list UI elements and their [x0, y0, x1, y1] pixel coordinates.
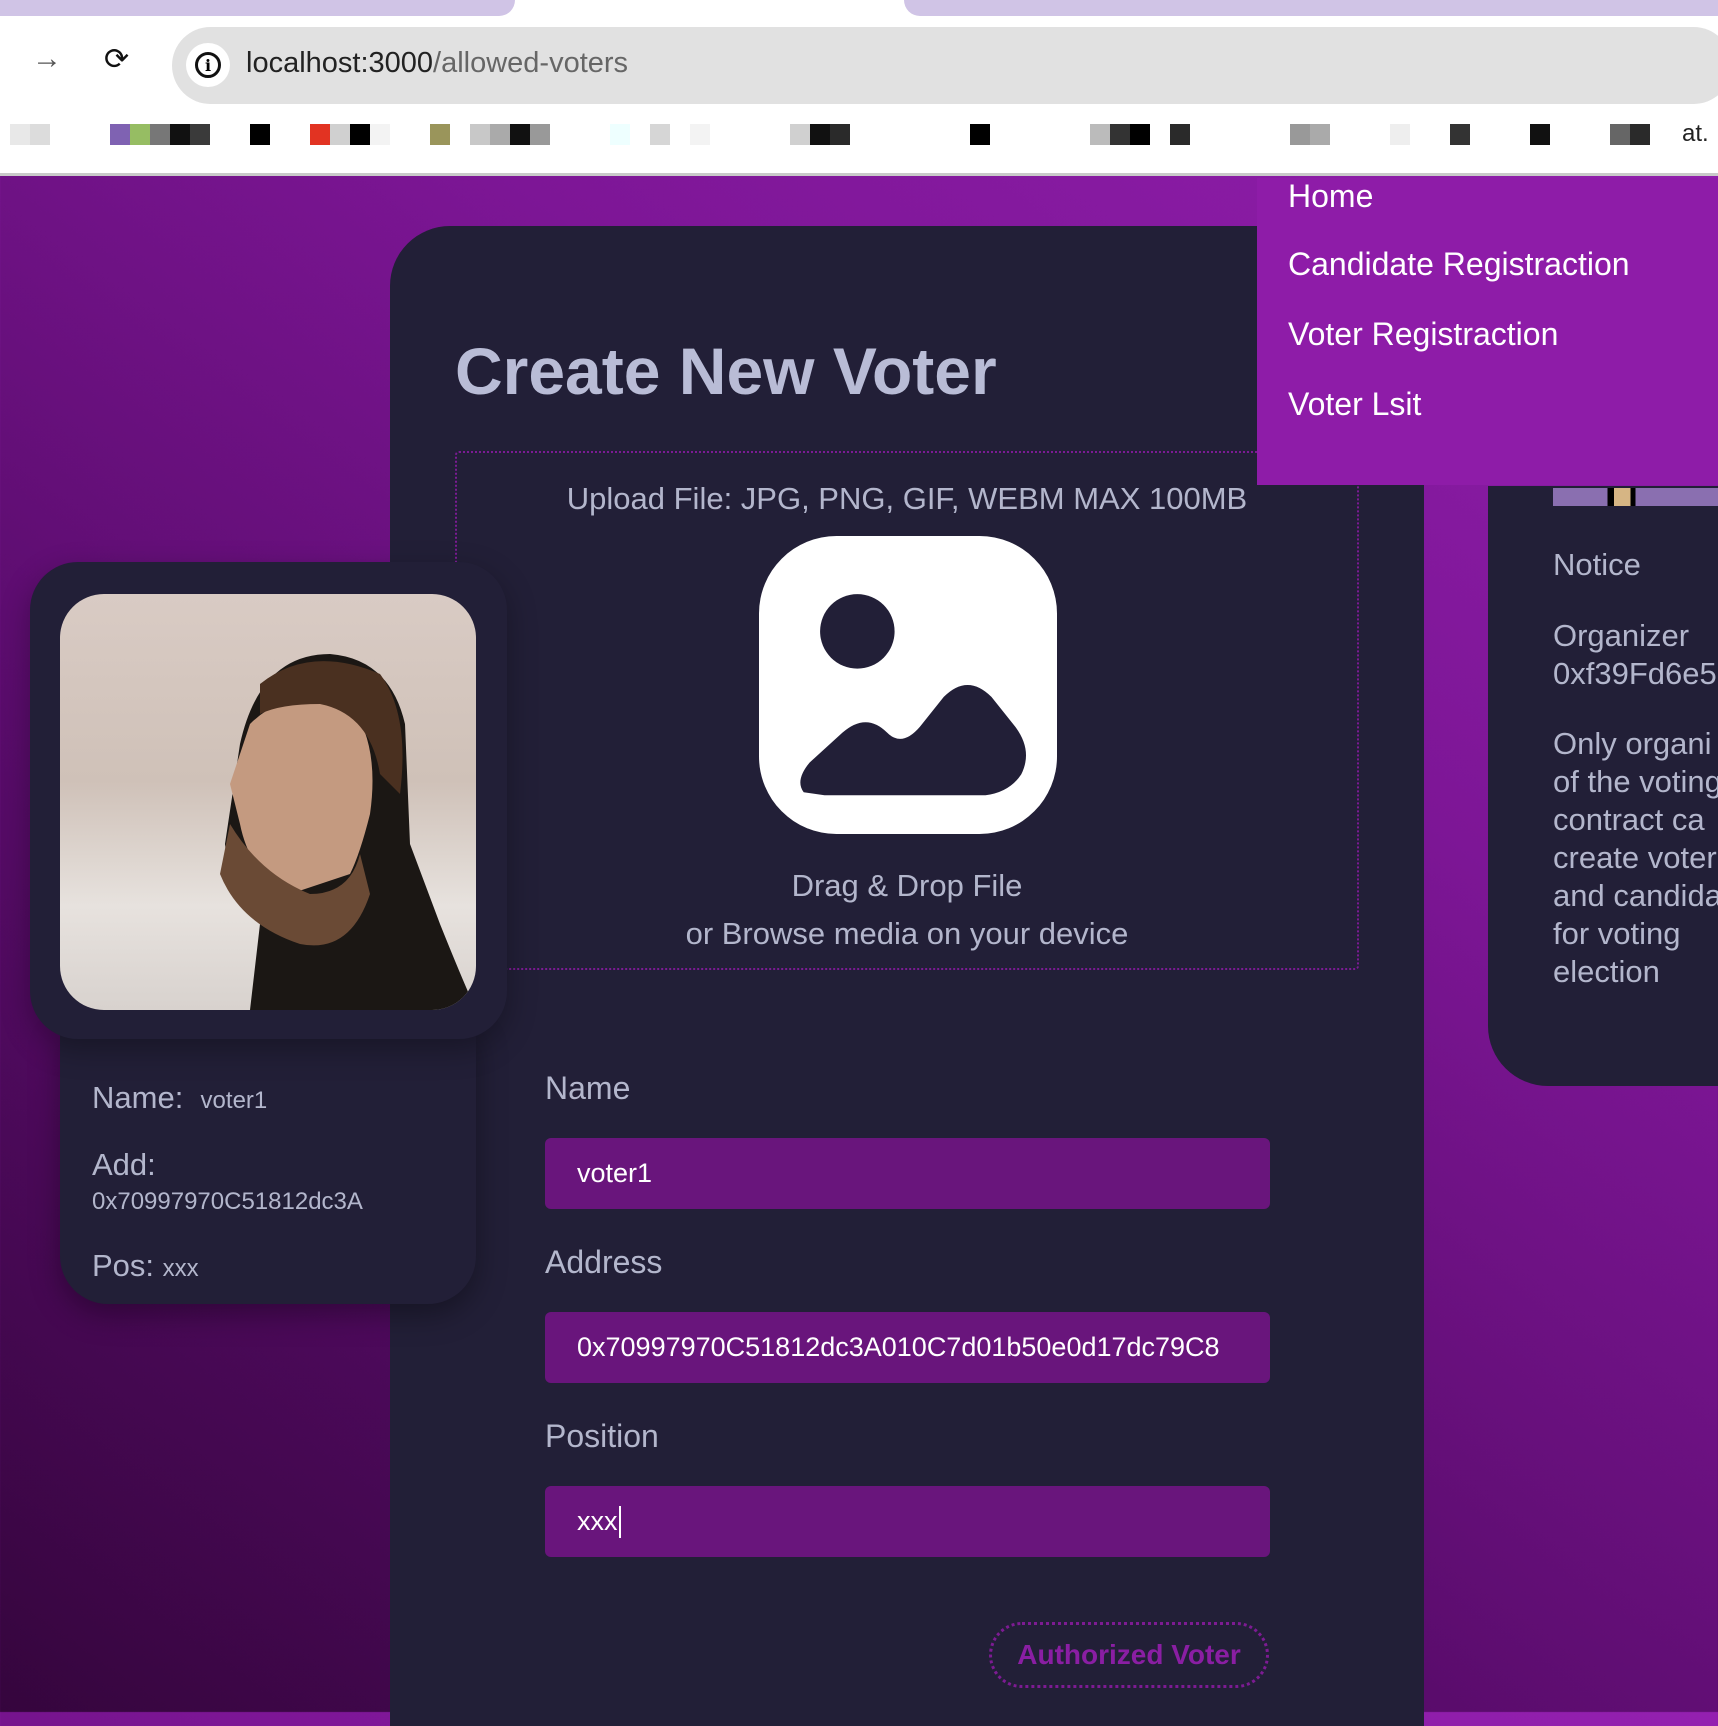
preview-position: Pos: xxx	[92, 1248, 199, 1284]
bookmark-item[interactable]	[1310, 124, 1330, 145]
preview-name: Name: voter1	[92, 1080, 267, 1116]
bookmark-item[interactable]	[530, 124, 550, 145]
bookmark-item[interactable]	[30, 124, 50, 145]
reload-icon[interactable]: ⟳	[104, 42, 129, 77]
bookmark-item[interactable]	[1130, 124, 1150, 145]
bookmarks-bar[interactable]	[0, 124, 1718, 145]
notice-line: for voting	[1553, 916, 1681, 951]
notice-image-strip	[1553, 488, 1718, 506]
bookmark-item[interactable]	[970, 124, 990, 145]
tab-strip	[904, 0, 1718, 16]
preview-address-value: 0x70997970C51812dc3A	[92, 1188, 363, 1215]
menu-item-voter-registration[interactable]: Voter Registraction	[1288, 316, 1558, 353]
bookmark-item[interactable]	[250, 124, 270, 145]
preview-name-value: voter1	[200, 1087, 268, 1114]
bookmark-item[interactable]	[330, 124, 350, 145]
upload-hint: Upload File: JPG, PNG, GIF, WEBM MAX 100…	[566, 481, 1248, 516]
url-host: localhost:3000	[246, 47, 434, 79]
bookmark-item[interactable]	[110, 124, 130, 145]
name-label: Name	[545, 1070, 631, 1106]
notice-line: and candida	[1553, 878, 1718, 913]
notice-line: Only organi	[1553, 726, 1712, 761]
bookmark-item[interactable]	[1170, 124, 1190, 145]
preview-name-key: Name:	[92, 1080, 184, 1115]
position-input[interactable]: xxx	[545, 1486, 1270, 1557]
tab-strip	[0, 0, 515, 16]
bookmark-item[interactable]	[650, 124, 670, 145]
text-caret	[618, 1505, 621, 1538]
organizer-label: Organizer	[1553, 618, 1690, 653]
bookmark-item[interactable]	[830, 124, 850, 145]
preview-position-value: xxx	[162, 1255, 199, 1282]
file-dropzone[interactable]: Upload File: JPG, PNG, GIF, WEBM MAX 100…	[455, 451, 1359, 970]
notice-line: create voter	[1553, 840, 1717, 875]
url-path: /allowed-voters	[433, 47, 629, 79]
bookmark-item[interactable]	[130, 124, 150, 145]
bookmark-item[interactable]	[310, 124, 330, 145]
url-text: localhost:3000/allowed-voters	[246, 47, 628, 80]
bookmark-item[interactable]	[430, 124, 450, 145]
bookmark-item[interactable]	[690, 124, 710, 145]
organizer-address: 0xf39Fd6e5	[1553, 656, 1717, 691]
name-input-value: voter1	[577, 1158, 653, 1188]
browse-media-link[interactable]: or Browse media on your device	[457, 916, 1357, 952]
site-info-icon[interactable]: i	[186, 43, 230, 87]
bookmark-item[interactable]	[1290, 124, 1310, 145]
preview-position-key: Pos:	[92, 1248, 155, 1283]
position-label: Position	[545, 1418, 659, 1454]
notice-line: contract ca	[1553, 802, 1705, 837]
menu-item-voter-list[interactable]: Voter Lsit	[1288, 386, 1421, 423]
bookmark-item[interactable]	[170, 124, 190, 145]
page-title: Create New Voter	[455, 334, 997, 408]
bookmark-item[interactable]	[490, 124, 510, 145]
bookmark-item[interactable]	[1450, 124, 1470, 145]
bookmark-item[interactable]	[190, 124, 210, 145]
bookmark-item[interactable]	[610, 124, 630, 145]
menu-item-home[interactable]: Home	[1288, 178, 1373, 215]
forward-arrow-icon[interactable]: →	[32, 42, 62, 76]
bookmark-item[interactable]	[790, 124, 810, 145]
bookmark-item[interactable]	[810, 124, 830, 145]
bookmark-item[interactable]	[1110, 124, 1130, 145]
bookmark-item[interactable]	[1630, 124, 1650, 145]
notice-title: Notice	[1553, 547, 1641, 582]
drag-drop-text: Drag & Drop File	[791, 868, 1023, 903]
address-input[interactable]: 0x70997970C51812dc3A010C7d01b50e0d17dc79…	[545, 1312, 1270, 1383]
authorized-voter-button[interactable]: Authorized Voter	[989, 1622, 1269, 1688]
address-bar[interactable]: i localhost:3000/allowed-voters	[172, 27, 1718, 104]
notice-line: of the voting	[1553, 764, 1718, 799]
bookmark-item[interactable]	[1530, 124, 1550, 145]
address-label: Address	[545, 1244, 663, 1280]
bookmark-item[interactable]	[1390, 124, 1410, 145]
bookmark-item[interactable]	[370, 124, 390, 145]
notice-line: election	[1553, 954, 1660, 989]
nav-dropdown-menu: Home Candidate Registraction Voter Regis…	[1257, 178, 1718, 485]
position-input-value: xxx	[577, 1506, 618, 1536]
name-input[interactable]: voter1	[545, 1138, 1270, 1209]
voter-photo	[60, 594, 476, 1010]
bookmark-item[interactable]	[350, 124, 370, 145]
address-input-value: 0x70997970C51812dc3A010C7d01b50e0d17dc79…	[577, 1332, 1220, 1362]
menu-item-candidate-registration[interactable]: Candidate Registraction	[1288, 246, 1630, 283]
bookmark-item[interactable]	[470, 124, 490, 145]
bookmark-item[interactable]	[1090, 124, 1110, 145]
image-placeholder-icon	[759, 536, 1057, 834]
portrait-image	[220, 654, 476, 1010]
preview-address-key: Add:	[92, 1147, 156, 1182]
bookmark-item[interactable]	[1610, 124, 1630, 145]
bookmark-item[interactable]	[510, 124, 530, 145]
bookmark-item[interactable]	[150, 124, 170, 145]
browser-toolbar: → ⟳ i localhost:3000/allowed-voters at.	[0, 0, 1718, 176]
notice-description: Only organi of the voting contract ca cr…	[1553, 725, 1718, 991]
bookmark-item[interactable]: at.	[1682, 120, 1709, 148]
bookmark-item[interactable]	[10, 124, 30, 145]
